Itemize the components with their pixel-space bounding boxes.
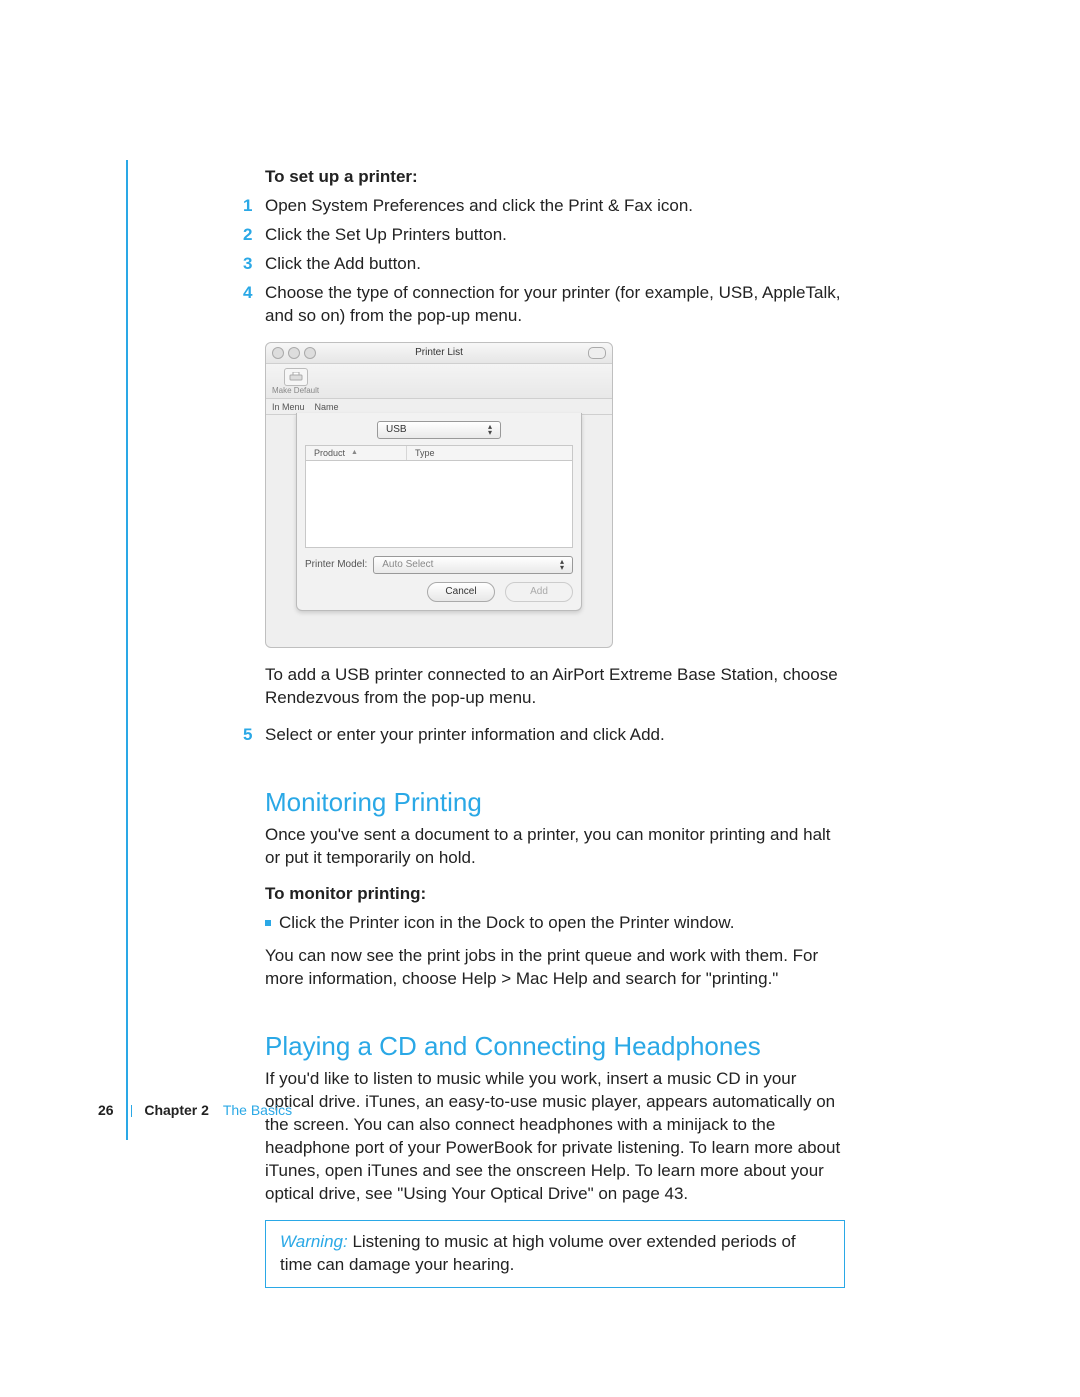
- printer-list-dialog: Printer List Make Default In Menu Name: [265, 342, 613, 648]
- printer-model-label: Printer Model:: [305, 558, 367, 572]
- dropdown-value: Auto Select: [382, 558, 433, 572]
- warning-callout: Warning: Listening to music at high volu…: [265, 1220, 845, 1288]
- printer-model-row: Printer Model: Auto Select ▴▾: [305, 556, 573, 574]
- sheet-button-row: Cancel Add: [305, 582, 573, 602]
- dropdown-value: USB: [386, 423, 407, 437]
- column-product: Product: [314, 447, 345, 459]
- step-number: 4: [243, 282, 252, 305]
- step-text: Select or enter your printer information…: [265, 725, 665, 744]
- bullet-text: Click the Printer icon in the Dock to op…: [279, 912, 734, 935]
- chapter-name: The Basics: [223, 1102, 292, 1118]
- toolbar-toggle-icon: [588, 347, 606, 359]
- setup-steps-continued: 5Select or enter your printer informatio…: [265, 724, 845, 747]
- step-text: Click the Set Up Printers button.: [265, 225, 507, 244]
- add-printer-sheet: USB ▴▾ Product ▲ Type Printer Model: Aut…: [296, 413, 582, 611]
- background-window-area: [270, 611, 608, 639]
- dialog-titlebar: Printer List: [266, 343, 612, 364]
- close-icon: [272, 347, 284, 359]
- page-number: 26: [98, 1102, 114, 1118]
- updown-arrows-icon: ▴▾: [556, 559, 568, 571]
- step-number: 5: [243, 724, 252, 747]
- page-content: To set up a printer: 1Open System Prefer…: [265, 166, 845, 1288]
- setup-printer-heading: To set up a printer:: [265, 166, 845, 189]
- window-controls[interactable]: [272, 347, 316, 359]
- add-button[interactable]: Add: [505, 582, 573, 602]
- monitoring-intro: Once you've sent a document to a printer…: [265, 824, 845, 870]
- printer-table-header: Product ▲ Type: [305, 445, 573, 461]
- footer-separator: [131, 1105, 132, 1117]
- dialog-toolbar: Make Default: [266, 364, 612, 400]
- zoom-icon: [304, 347, 316, 359]
- make-default-button[interactable]: Make Default: [272, 368, 319, 397]
- step-number: 2: [243, 224, 252, 247]
- monitoring-printing-heading: Monitoring Printing: [265, 785, 845, 820]
- warning-label: Warning:: [280, 1232, 348, 1251]
- page-footer: 26 Chapter 2 The Basics: [98, 1102, 1080, 1118]
- printer-model-dropdown[interactable]: Auto Select ▴▾: [373, 556, 573, 574]
- step-text: Click the Add button.: [265, 254, 421, 273]
- playing-cd-heading: Playing a CD and Connecting Headphones: [265, 1029, 845, 1064]
- chapter-label: Chapter 2: [144, 1102, 209, 1118]
- printer-icon: [284, 368, 308, 386]
- updown-arrows-icon: ▴▾: [484, 424, 496, 436]
- dialog-title: Printer List: [415, 346, 463, 360]
- step-number: 3: [243, 253, 252, 276]
- sort-indicator-icon: ▲: [351, 448, 358, 457]
- column-name: Name: [315, 399, 339, 413]
- step-number: 1: [243, 195, 252, 218]
- column-in-menu: In Menu: [272, 399, 305, 413]
- monitor-followup: You can now see the print jobs in the pr…: [265, 945, 845, 991]
- column-type: Type: [415, 448, 435, 458]
- printer-table-body[interactable]: [305, 461, 573, 548]
- playing-cd-body: If you'd like to listen to music while y…: [265, 1068, 845, 1206]
- rendezvous-note: To add a USB printer connected to an Air…: [265, 664, 845, 710]
- connection-type-dropdown[interactable]: USB ▴▾: [377, 421, 501, 439]
- toolbar-button-label: Make Default: [272, 386, 319, 397]
- setup-steps-list: 1Open System Preferences and click the P…: [265, 195, 845, 328]
- monitor-bullet-item: Click the Printer icon in the Dock to op…: [265, 912, 845, 935]
- square-bullet-icon: [265, 920, 271, 926]
- cancel-button[interactable]: Cancel: [427, 582, 495, 602]
- page-margin-rule: [126, 160, 128, 1140]
- minimize-icon: [288, 347, 300, 359]
- step-text: Choose the type of connection for your p…: [265, 283, 840, 325]
- step-text: Open System Preferences and click the Pr…: [265, 196, 693, 215]
- to-monitor-heading: To monitor printing:: [265, 883, 845, 906]
- warning-text: Listening to music at high volume over e…: [280, 1232, 796, 1274]
